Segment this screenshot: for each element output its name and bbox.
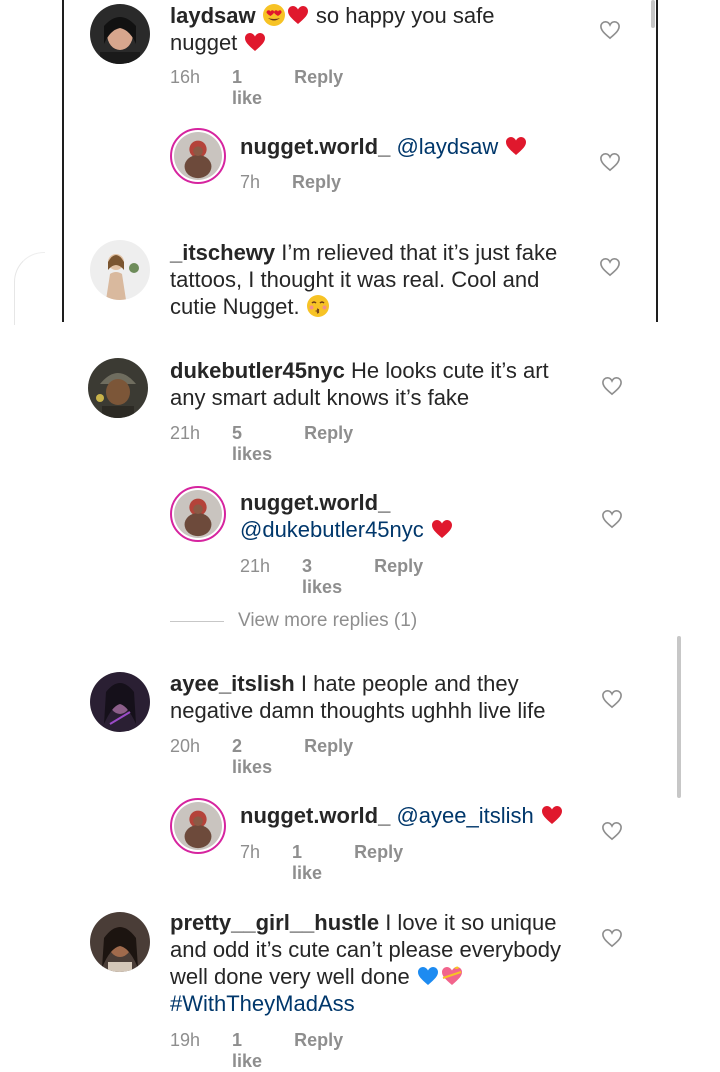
- comment-text: nugget.world_ @ayee_itslish: [240, 802, 600, 829]
- likes-count[interactable]: 3 likes: [302, 556, 342, 598]
- frame-shadow: [14, 252, 45, 325]
- comment-text: laydsaw so happy you safe nugget: [170, 2, 610, 56]
- frame-line-left: [62, 0, 64, 322]
- comment-meta: 19h 1 like Reply: [170, 1030, 343, 1072]
- comment-meta: 16h 1 like Reply: [170, 67, 343, 109]
- comment-text: _itschewy I’m relieved that it’s just fa…: [170, 239, 590, 320]
- avatar[interactable]: [90, 672, 150, 732]
- timestamp: 21h: [240, 556, 271, 576]
- timestamp: 20h: [170, 736, 201, 756]
- red-heart-emoji: [506, 137, 527, 155]
- avatar[interactable]: [88, 358, 148, 418]
- likes-count[interactable]: 1 like: [232, 67, 262, 109]
- heart-outline-icon[interactable]: [601, 376, 623, 396]
- hashtag-link[interactable]: #WithTheyMadAss: [170, 991, 355, 1016]
- blue-heart-emoji: [417, 967, 438, 985]
- comment-body: I’m relieved that it’s just fake: [281, 240, 558, 265]
- red-heart-emoji: [431, 520, 452, 538]
- gift-heart-emoji: [441, 966, 462, 985]
- comment-text: pretty__girl__hustle I love it so unique…: [170, 909, 600, 1017]
- comment-text: nugget.world_ @dukebutler45nyc: [240, 489, 600, 543]
- likes-count[interactable]: 5 likes: [232, 423, 272, 465]
- avatar[interactable]: [170, 798, 226, 854]
- comment-body: so happy you safe: [315, 3, 495, 28]
- reply-button[interactable]: Reply: [294, 1030, 343, 1072]
- reply-button[interactable]: Reply: [304, 423, 353, 465]
- username[interactable]: _itschewy: [170, 240, 275, 265]
- comment-body-line3: well done very well done: [170, 964, 410, 989]
- red-heart-emoji: [287, 6, 308, 24]
- avatar[interactable]: [170, 128, 226, 184]
- heart-outline-icon[interactable]: [601, 821, 623, 841]
- avatar[interactable]: [170, 486, 226, 542]
- comment-body-line2: nugget: [170, 30, 238, 55]
- view-more-label[interactable]: View more replies (1): [238, 610, 417, 632]
- avatar[interactable]: [90, 912, 150, 972]
- comment-text: nugget.world_ @laydsaw: [240, 133, 600, 160]
- kissing-emoji: [306, 295, 329, 317]
- username[interactable]: ayee_itslish: [170, 671, 295, 696]
- avatar[interactable]: [90, 4, 150, 64]
- heart-outline-icon[interactable]: [599, 257, 621, 277]
- red-heart-emoji: [541, 806, 562, 824]
- likes-count[interactable]: 2 likes: [232, 736, 272, 778]
- timestamp: 7h: [240, 172, 261, 192]
- mention-link[interactable]: @ayee_itslish: [396, 803, 533, 828]
- reply-button[interactable]: Reply: [354, 842, 403, 884]
- heart-outline-icon[interactable]: [599, 20, 621, 40]
- comment-meta: 20h 2 likes Reply: [170, 736, 353, 778]
- timestamp: 21h: [170, 423, 201, 443]
- comment-body-line3: cutie Nugget.: [170, 294, 300, 319]
- frame-line-right: [656, 0, 658, 322]
- comment-meta: 21h 3 likes Reply: [240, 556, 423, 598]
- reply-button[interactable]: Reply: [292, 172, 341, 193]
- timestamp: 19h: [170, 1030, 201, 1050]
- likes-count[interactable]: 1 like: [232, 1030, 262, 1072]
- heart-outline-icon[interactable]: [601, 689, 623, 709]
- red-heart-emoji: [245, 33, 266, 51]
- likes-count[interactable]: 1 like: [292, 842, 322, 884]
- mention-link[interactable]: @dukebutler45nyc: [240, 517, 424, 542]
- username[interactable]: nugget.world_: [240, 803, 390, 828]
- username[interactable]: laydsaw: [170, 3, 256, 28]
- reply-button[interactable]: Reply: [304, 736, 353, 778]
- scrollbar-top[interactable]: [651, 0, 655, 28]
- username[interactable]: nugget.world_: [240, 490, 390, 515]
- timestamp: 16h: [170, 67, 201, 87]
- comment-meta: 7h 1 like Reply: [240, 842, 403, 884]
- view-more-replies[interactable]: View more replies (1): [170, 610, 417, 632]
- comment-body-line2: and odd it’s cute can’t please everybody: [170, 937, 561, 962]
- username[interactable]: pretty__girl__hustle: [170, 910, 379, 935]
- reply-button[interactable]: Reply: [294, 67, 343, 109]
- comment-body: I love it so unique: [385, 910, 557, 935]
- heart-outline-icon[interactable]: [601, 928, 623, 948]
- comment-body: I hate people and they: [300, 671, 519, 696]
- divider: [170, 620, 224, 622]
- timestamp: 7h: [240, 842, 261, 862]
- username[interactable]: nugget.world_: [240, 134, 390, 159]
- comment-body: He looks cute it’s art: [350, 358, 549, 383]
- comment-body-line2: negative damn thoughts ughhh live life: [170, 698, 546, 723]
- mention-link[interactable]: @laydsaw: [396, 134, 498, 159]
- comment-meta: 21h 5 likes Reply: [170, 423, 353, 465]
- heart-outline-icon[interactable]: [601, 509, 623, 529]
- reply-button[interactable]: Reply: [374, 556, 423, 598]
- heart-outline-icon[interactable]: [599, 152, 621, 172]
- username[interactable]: dukebutler45nyc: [170, 358, 345, 383]
- comment-body-line2: tattoos, I thought it was real. Cool and: [170, 267, 540, 292]
- comment-text: dukebutler45nyc He looks cute it’s art a…: [170, 357, 590, 411]
- comment-meta: 7h Reply: [240, 172, 341, 193]
- comment-body-line2: any smart adult knows it’s fake: [170, 385, 470, 410]
- heart-eyes-emoji: [262, 4, 285, 26]
- avatar[interactable]: [90, 240, 150, 300]
- comment-text: ayee_itslish I hate people and they nega…: [170, 670, 590, 724]
- scrollbar[interactable]: [677, 636, 681, 798]
